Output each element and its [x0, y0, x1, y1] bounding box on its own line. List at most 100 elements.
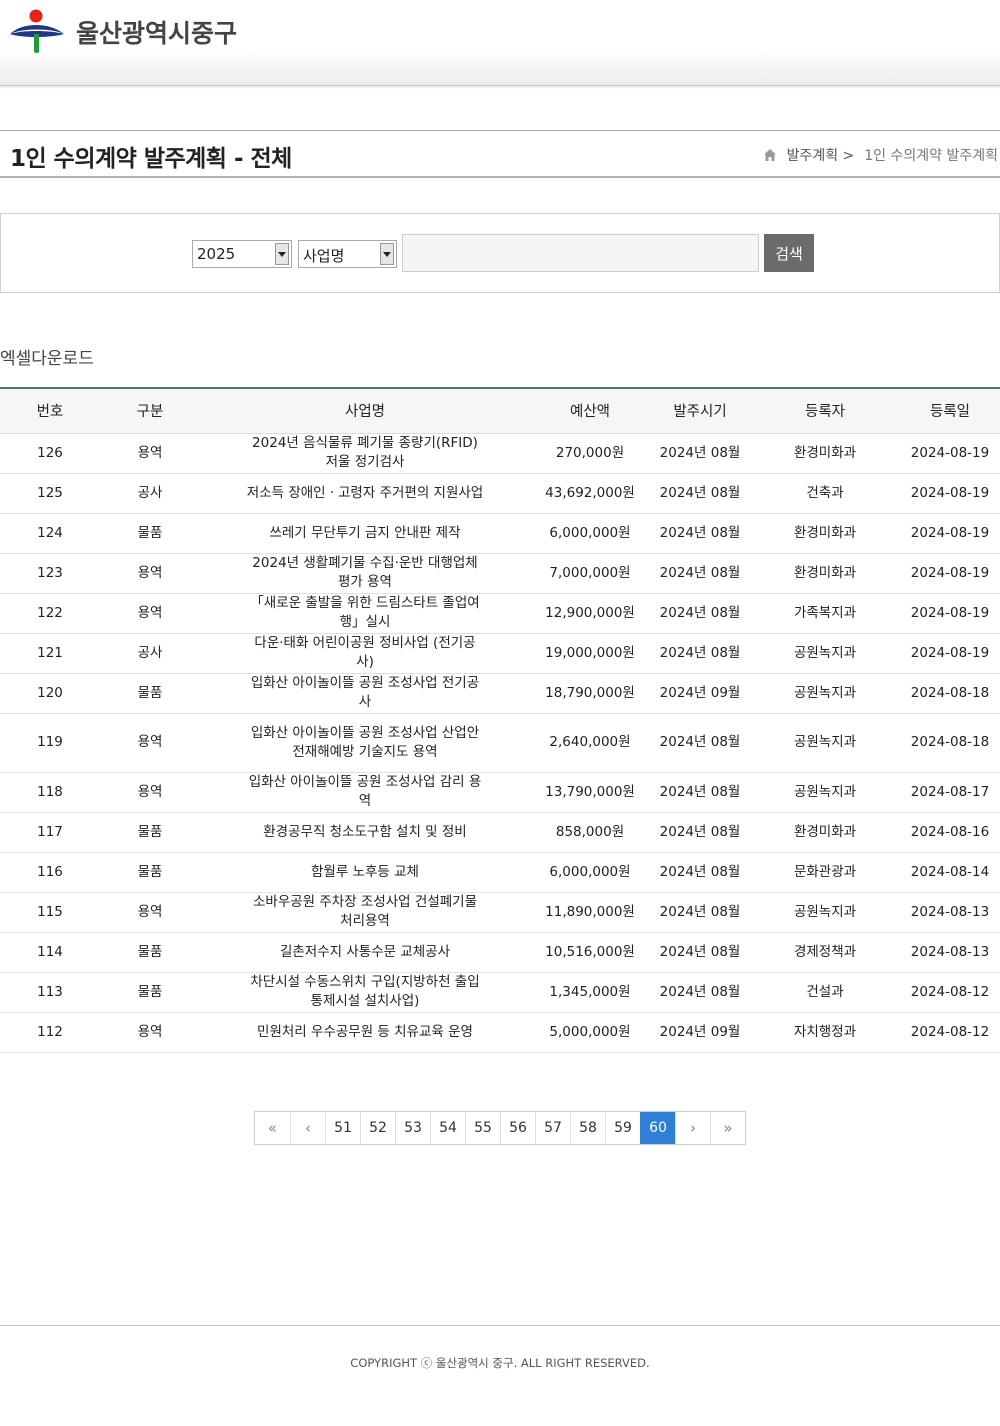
cell-order-period: 2024년 08월	[650, 772, 750, 813]
cell-registration-date: 2024-08-18	[900, 673, 1000, 714]
search-button[interactable]: 검색	[764, 234, 814, 272]
chevron-down-icon[interactable]	[380, 243, 394, 265]
cell-budget: 6,000,000원	[530, 513, 650, 554]
site-header: 울산광역시중구	[0, 0, 1000, 89]
cell-project-name[interactable]: 쓰레기 무단투기 금지 안내판 제작	[200, 513, 530, 554]
table-row[interactable]: 112 용역 민원처리 우수공무원 등 치유교육 운영 5,000,000원 2024년…	[0, 1012, 1000, 1053]
table-row[interactable]: 117 물품 환경공무직 청소도구함 설치 및 정비 858,000원 2024년 08…	[0, 812, 1000, 853]
page-button-53[interactable]: 53	[395, 1112, 430, 1144]
cell-project-name[interactable]: 저소득 장애인ㆍ고령자 주거편의 지원사업	[200, 473, 530, 514]
cell-order-period: 2024년 08월	[650, 593, 750, 634]
cell-registrant: 공원녹지과	[750, 633, 900, 674]
table-row[interactable]: 124 물품 쓰레기 무단투기 금지 안내판 제작 6,000,000원 2024년 0…	[0, 513, 1000, 554]
cell-budget: 13,790,000원	[530, 772, 650, 813]
page-button-57[interactable]: 57	[535, 1112, 570, 1144]
home-icon[interactable]	[763, 148, 777, 162]
cell-project-name[interactable]: 차단시설 수동스위치 구입(지방하천 출입통제시설 설치사업)	[200, 972, 530, 1013]
table-row[interactable]: 119 용역 입화산 아이놀이뜰 공원 조성사업 산업안전재해예방 기술지도 용역 2…	[0, 713, 1000, 773]
cell-registration-date: 2024-08-19	[900, 553, 1000, 594]
cell-registrant: 공원녹지과	[750, 673, 900, 714]
cell-registration-date: 2024-08-19	[900, 433, 1000, 474]
cell-project-name[interactable]: 입화산 아이놀이뜰 공원 조성사업 산업안전재해예방 기술지도 용역	[200, 713, 530, 773]
cell-number: 115	[0, 892, 100, 933]
cell-registration-date: 2024-08-13	[900, 892, 1000, 933]
cell-registration-date: 2024-08-18	[900, 713, 1000, 773]
table-row[interactable]: 114 물품 길촌저수지 사통수문 교체공사 10,516,000원 2024년 08월…	[0, 932, 1000, 973]
first-page-button[interactable]: «	[255, 1112, 290, 1144]
table-row[interactable]: 126 용역 2024년 음식물류 폐기물 종량기(RFID) 저울 정기검사 270…	[0, 433, 1000, 474]
cell-order-period: 2024년 09월	[650, 1012, 750, 1053]
cell-project-name[interactable]: 2024년 음식물류 폐기물 종량기(RFID) 저울 정기검사	[200, 433, 530, 474]
cell-number: 123	[0, 553, 100, 594]
cell-registration-date: 2024-08-19	[900, 473, 1000, 514]
table-row[interactable]: 123 용역 2024년 생활폐기물 수집·운반 대행업체 평가 용역 7,000,0…	[0, 553, 1000, 594]
table-row[interactable]: 116 물품 함월루 노후등 교체 6,000,000원 2024년 08월 문화관광과 2…	[0, 852, 1000, 893]
year-select[interactable]: 2025	[192, 240, 292, 268]
cell-project-name[interactable]: 「새로운 출발을 위한 드림스타트 졸업여행」실시	[200, 593, 530, 634]
cell-registration-date: 2024-08-19	[900, 593, 1000, 634]
cell-budget: 12,900,000원	[530, 593, 650, 634]
cell-project-name[interactable]: 다운·태화 어린이공원 정비사업 (전기공사)	[200, 633, 530, 674]
table-row[interactable]: 118 용역 입화산 아이놀이뜰 공원 조성사업 감리 용역 13,790,000원 2…	[0, 772, 1000, 813]
column-header-registration-date: 등록일	[900, 387, 1000, 434]
breadcrumb: 발주계획 > 1인 수의계약 발주계획	[763, 145, 998, 165]
excel-download-link[interactable]: 엑셀다운로드	[0, 344, 94, 369]
page-button-60[interactable]: 60	[640, 1112, 675, 1144]
cell-number: 120	[0, 673, 100, 714]
last-page-button[interactable]: »	[710, 1112, 745, 1144]
page-button-54[interactable]: 54	[430, 1112, 465, 1144]
cell-number: 114	[0, 932, 100, 973]
table-row[interactable]: 125 공사 저소득 장애인ㆍ고령자 주거편의 지원사업 43,692,000원 202…	[0, 473, 1000, 514]
cell-registrant: 문화관광과	[750, 852, 900, 893]
table-row[interactable]: 121 공사 다운·태화 어린이공원 정비사업 (전기공사) 19,000,000원 2…	[0, 633, 1000, 674]
table-row[interactable]: 113 물품 차단시설 수동스위치 구입(지방하천 출입통제시설 설치사업) 1,34…	[0, 972, 1000, 1013]
cell-category: 물품	[100, 812, 200, 853]
cell-category: 물품	[100, 852, 200, 893]
org-name[interactable]: 울산광역시중구	[76, 14, 237, 50]
cell-project-name[interactable]: 민원처리 우수공무원 등 치유교육 운영	[200, 1012, 530, 1053]
cell-registration-date: 2024-08-12	[900, 1012, 1000, 1053]
table-row[interactable]: 120 물품 입화산 아이놀이뜰 공원 조성사업 전기공사 18,790,000원 20…	[0, 673, 1000, 714]
cell-category: 물품	[100, 673, 200, 714]
page-button-55[interactable]: 55	[465, 1112, 500, 1144]
cell-project-name[interactable]: 함월루 노후등 교체	[200, 852, 530, 893]
cell-project-name[interactable]: 입화산 아이놀이뜰 공원 조성사업 전기공사	[200, 673, 530, 714]
page-button-51[interactable]: 51	[325, 1112, 360, 1144]
cell-order-period: 2024년 08월	[650, 932, 750, 973]
cell-registrant: 공원녹지과	[750, 772, 900, 813]
jung-gu-logo-icon[interactable]	[8, 8, 68, 54]
table-row[interactable]: 115 용역 소바우공원 주차장 조성사업 건설폐기물 처리용역 11,890,000…	[0, 892, 1000, 933]
column-header-order-period: 발주시기	[650, 387, 750, 434]
cell-registration-date: 2024-08-19	[900, 633, 1000, 674]
cell-project-name[interactable]: 2024년 생활폐기물 수집·운반 대행업체 평가 용역	[200, 553, 530, 594]
page-button-56[interactable]: 56	[500, 1112, 535, 1144]
cell-order-period: 2024년 08월	[650, 513, 750, 554]
breadcrumb-item-order-plan[interactable]: 발주계획 >	[787, 145, 855, 165]
page-title: 1인 수의계약 발주계획 - 전체	[10, 146, 292, 172]
next-page-button[interactable]: ›	[675, 1112, 710, 1144]
cell-number: 124	[0, 513, 100, 554]
cell-project-name[interactable]: 입화산 아이놀이뜰 공원 조성사업 감리 용역	[200, 772, 530, 813]
cell-project-name[interactable]: 길촌저수지 사통수문 교체공사	[200, 932, 530, 973]
cell-registrant: 환경미화과	[750, 553, 900, 594]
breadcrumb-item-current[interactable]: 1인 수의계약 발주계획	[864, 145, 998, 165]
column-header-registrant: 등록자	[750, 387, 900, 434]
cell-budget: 858,000원	[530, 812, 650, 853]
page-button-52[interactable]: 52	[360, 1112, 395, 1144]
search-field-select[interactable]: 사업명	[298, 240, 397, 268]
prev-page-button[interactable]: ‹	[290, 1112, 325, 1144]
cell-number: 125	[0, 473, 100, 514]
cell-project-name[interactable]: 소바우공원 주차장 조성사업 건설폐기물 처리용역	[200, 892, 530, 933]
cell-registrant: 환경미화과	[750, 513, 900, 554]
table-row[interactable]: 122 용역 「새로운 출발을 위한 드림스타트 졸업여행」실시 12,900,000…	[0, 593, 1000, 634]
cell-number: 126	[0, 433, 100, 474]
page-button-59[interactable]: 59	[605, 1112, 640, 1144]
footer-divider	[0, 1325, 1000, 1326]
cell-budget: 5,000,000원	[530, 1012, 650, 1053]
chevron-down-icon[interactable]	[275, 243, 289, 265]
cell-number: 121	[0, 633, 100, 674]
cell-project-name[interactable]: 환경공무직 청소도구함 설치 및 정비	[200, 812, 530, 853]
search-input[interactable]	[402, 234, 759, 272]
search-panel: 2025 사업명 검색	[0, 213, 1000, 293]
page-button-58[interactable]: 58	[570, 1112, 605, 1144]
